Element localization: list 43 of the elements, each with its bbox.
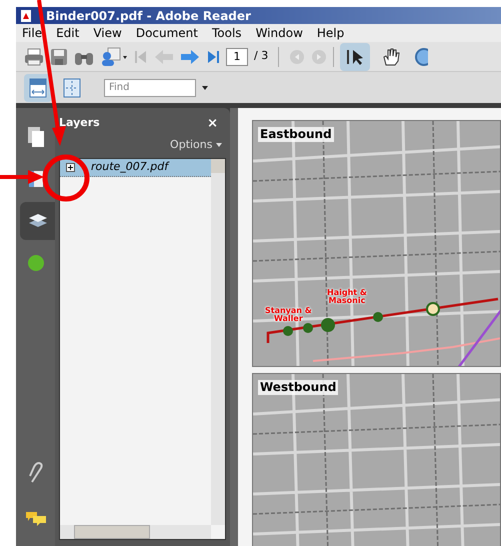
close-button[interactable]: × <box>207 116 226 130</box>
vertical-scrollbar[interactable] <box>211 159 225 525</box>
dropdown-caret-icon <box>216 142 222 147</box>
menu-item[interactable]: File <box>22 24 42 42</box>
stop-label: Haight & Masonic <box>327 289 367 305</box>
layer-row[interactable]: route_007.pdf <box>60 159 211 177</box>
hand-icon <box>381 46 402 66</box>
page-count: / 3 <box>254 48 268 64</box>
print-icon[interactable] <box>24 46 44 66</box>
menu-item[interactable]: Document <box>136 24 198 42</box>
annotation-arrow <box>0 170 44 184</box>
pdf-icon <box>20 10 32 22</box>
map-heading: Eastbound <box>258 127 334 142</box>
dropdown-caret-icon[interactable] <box>202 86 208 90</box>
next-page-icon[interactable] <box>180 48 200 64</box>
comments-icon <box>24 510 46 528</box>
stop-label: Stanyan & Waller <box>265 307 312 323</box>
panel-title: Layers <box>59 114 100 131</box>
menu-item[interactable]: Window <box>256 24 303 42</box>
layers-icon <box>28 212 48 230</box>
cursor-icon <box>345 48 366 66</box>
menu-item[interactable]: Help <box>316 24 344 42</box>
last-page-icon[interactable] <box>206 48 220 64</box>
menu-item[interactable]: Tools <box>212 24 242 42</box>
annotation-circle <box>42 154 90 202</box>
share-icon[interactable] <box>100 46 128 66</box>
menu-item[interactable]: Edit <box>56 24 80 42</box>
expand-toggle[interactable] <box>66 163 75 172</box>
horizontal-scrollbar[interactable] <box>60 525 211 539</box>
pages-icon <box>26 126 44 148</box>
options-menu[interactable]: Options <box>170 136 226 154</box>
sidebar-tab[interactable] <box>20 202 55 240</box>
menu-item[interactable]: View <box>93 24 122 42</box>
fit-width-button[interactable] <box>24 74 52 102</box>
find-field[interactable]: Find <box>104 78 196 96</box>
fit-width-icon <box>29 78 47 98</box>
page-number-field[interactable]: 1 <box>226 48 248 66</box>
select-tool-button[interactable] <box>340 42 370 70</box>
paperclip-icon <box>28 462 44 484</box>
fit-page-icon <box>63 78 81 98</box>
map-heading: Westbound <box>258 380 338 395</box>
save-icon[interactable] <box>50 48 68 66</box>
window-title: Binder007.pdf - Adobe Reader <box>46 10 251 22</box>
